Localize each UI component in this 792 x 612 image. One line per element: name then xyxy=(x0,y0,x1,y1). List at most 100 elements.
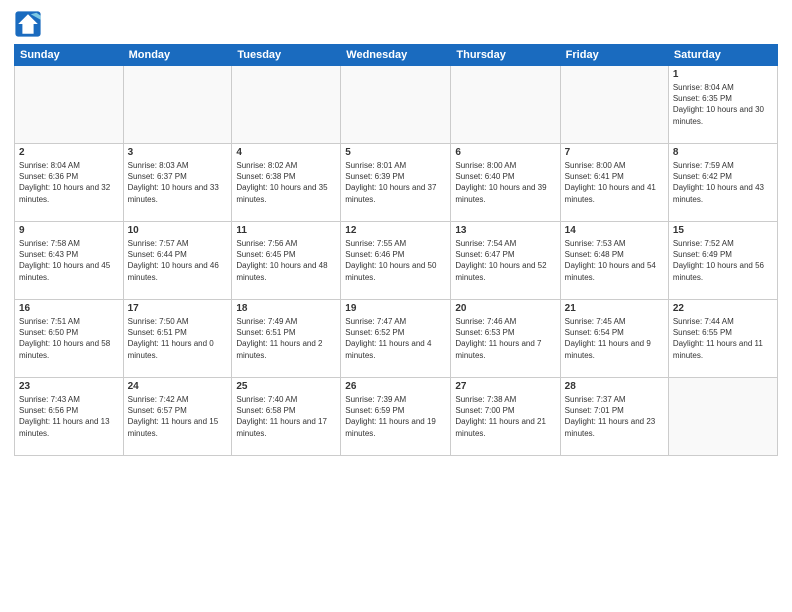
day-info: Sunrise: 7:58 AM Sunset: 6:43 PM Dayligh… xyxy=(19,238,119,283)
calendar-header-wednesday: Wednesday xyxy=(341,45,451,66)
day-info: Sunrise: 7:51 AM Sunset: 6:50 PM Dayligh… xyxy=(19,316,119,361)
calendar-cell xyxy=(668,378,777,456)
calendar-cell xyxy=(560,66,668,144)
day-info: Sunrise: 8:00 AM Sunset: 6:40 PM Dayligh… xyxy=(455,160,555,205)
calendar-cell: 3 Sunrise: 8:03 AM Sunset: 6:37 PM Daylig… xyxy=(123,144,232,222)
calendar-cell: 4 Sunrise: 8:02 AM Sunset: 6:38 PM Daylig… xyxy=(232,144,341,222)
day-number: 5 xyxy=(345,147,446,158)
day-info: Sunrise: 7:52 AM Sunset: 6:49 PM Dayligh… xyxy=(673,238,773,283)
day-number: 14 xyxy=(565,225,664,236)
calendar-week-2: 9 Sunrise: 7:58 AM Sunset: 6:43 PM Daylig… xyxy=(15,222,778,300)
day-info: Sunrise: 7:45 AM Sunset: 6:54 PM Dayligh… xyxy=(565,316,664,361)
calendar-cell: 22 Sunrise: 7:44 AM Sunset: 6:55 PM Dayli… xyxy=(668,300,777,378)
day-info: Sunrise: 7:50 AM Sunset: 6:51 PM Dayligh… xyxy=(128,316,228,361)
calendar-cell: 26 Sunrise: 7:39 AM Sunset: 6:59 PM Dayli… xyxy=(341,378,451,456)
day-info: Sunrise: 7:46 AM Sunset: 6:53 PM Dayligh… xyxy=(455,316,555,361)
calendar-cell: 10Sunrise: 7:57 AM Sunset: 6:44 PM Dayli… xyxy=(123,222,232,300)
day-info: Sunrise: 7:47 AM Sunset: 6:52 PM Dayligh… xyxy=(345,316,446,361)
page: SundayMondayTuesdayWednesdayThursdayFrid… xyxy=(0,0,792,612)
day-info: Sunrise: 7:49 AM Sunset: 6:51 PM Dayligh… xyxy=(236,316,336,361)
calendar-header-sunday: Sunday xyxy=(15,45,124,66)
day-number: 20 xyxy=(455,303,555,314)
day-number: 12 xyxy=(345,225,446,236)
day-number: 23 xyxy=(19,381,119,392)
calendar-table: SundayMondayTuesdayWednesdayThursdayFrid… xyxy=(14,44,778,456)
day-number: 11 xyxy=(236,225,336,236)
day-number: 24 xyxy=(128,381,228,392)
day-number: 8 xyxy=(673,147,773,158)
calendar-cell: 5 Sunrise: 8:01 AM Sunset: 6:39 PM Daylig… xyxy=(341,144,451,222)
calendar-cell: 27 Sunrise: 7:38 AM Sunset: 7:00 PM Dayli… xyxy=(451,378,560,456)
day-number: 26 xyxy=(345,381,446,392)
day-info: Sunrise: 8:00 AM Sunset: 6:41 PM Dayligh… xyxy=(565,160,664,205)
day-number: 17 xyxy=(128,303,228,314)
day-number: 3 xyxy=(128,147,228,158)
day-info: Sunrise: 7:59 AM Sunset: 6:42 PM Dayligh… xyxy=(673,160,773,205)
day-info: Sunrise: 7:56 AM Sunset: 6:45 PM Dayligh… xyxy=(236,238,336,283)
logo xyxy=(14,10,46,38)
calendar-header-monday: Monday xyxy=(123,45,232,66)
day-info: Sunrise: 8:03 AM Sunset: 6:37 PM Dayligh… xyxy=(128,160,228,205)
calendar-cell xyxy=(451,66,560,144)
day-number: 4 xyxy=(236,147,336,158)
calendar-cell: 14 Sunrise: 7:53 AM Sunset: 6:48 PM Dayli… xyxy=(560,222,668,300)
calendar-week-1: 2 Sunrise: 8:04 AM Sunset: 6:36 PM Daylig… xyxy=(15,144,778,222)
day-number: 22 xyxy=(673,303,773,314)
day-info: Sunrise: 7:38 AM Sunset: 7:00 PM Dayligh… xyxy=(455,394,555,439)
calendar-cell xyxy=(232,66,341,144)
day-info: Sunrise: 7:54 AM Sunset: 6:47 PM Dayligh… xyxy=(455,238,555,283)
calendar-cell: 7 Sunrise: 8:00 AM Sunset: 6:41 PM Daylig… xyxy=(560,144,668,222)
calendar-cell xyxy=(123,66,232,144)
day-info: Sunrise: 7:57 AM Sunset: 6:44 PM Dayligh… xyxy=(128,238,228,283)
header xyxy=(14,10,778,38)
day-number: 16 xyxy=(19,303,119,314)
day-info: Sunrise: 8:04 AM Sunset: 6:36 PM Dayligh… xyxy=(19,160,119,205)
day-info: Sunrise: 8:01 AM Sunset: 6:39 PM Dayligh… xyxy=(345,160,446,205)
calendar-cell: 25Sunrise: 7:40 AM Sunset: 6:58 PM Dayli… xyxy=(232,378,341,456)
calendar-cell xyxy=(341,66,451,144)
calendar-header-row: SundayMondayTuesdayWednesdayThursdayFrid… xyxy=(15,45,778,66)
calendar-week-3: 16 Sunrise: 7:51 AM Sunset: 6:50 PM Dayli… xyxy=(15,300,778,378)
day-number: 2 xyxy=(19,147,119,158)
day-info: Sunrise: 7:42 AM Sunset: 6:57 PM Dayligh… xyxy=(128,394,228,439)
calendar-cell: 11 Sunrise: 7:56 AM Sunset: 6:45 PM Dayli… xyxy=(232,222,341,300)
calendar-cell: 19 Sunrise: 7:47 AM Sunset: 6:52 PM Dayli… xyxy=(341,300,451,378)
calendar-cell: 1 Sunrise: 8:04 AM Sunset: 6:35 PM Daylig… xyxy=(668,66,777,144)
calendar-cell: 15 Sunrise: 7:52 AM Sunset: 6:49 PM Dayli… xyxy=(668,222,777,300)
calendar-cell: 24 Sunrise: 7:42 AM Sunset: 6:57 PM Dayli… xyxy=(123,378,232,456)
calendar-cell: 28 Sunrise: 7:37 AM Sunset: 7:01 PM Dayli… xyxy=(560,378,668,456)
day-number: 7 xyxy=(565,147,664,158)
day-number: 27 xyxy=(455,381,555,392)
day-info: Sunrise: 7:37 AM Sunset: 7:01 PM Dayligh… xyxy=(565,394,664,439)
day-number: 9 xyxy=(19,225,119,236)
day-info: Sunrise: 7:40 AM Sunset: 6:58 PM Dayligh… xyxy=(236,394,336,439)
day-info: Sunrise: 8:04 AM Sunset: 6:35 PM Dayligh… xyxy=(673,82,773,127)
day-info: Sunrise: 7:39 AM Sunset: 6:59 PM Dayligh… xyxy=(345,394,446,439)
day-number: 1 xyxy=(673,69,773,80)
calendar-cell: 17 Sunrise: 7:50 AM Sunset: 6:51 PM Dayli… xyxy=(123,300,232,378)
day-number: 28 xyxy=(565,381,664,392)
calendar-cell: 2 Sunrise: 8:04 AM Sunset: 6:36 PM Daylig… xyxy=(15,144,124,222)
calendar-cell: 21 Sunrise: 7:45 AM Sunset: 6:54 PM Dayli… xyxy=(560,300,668,378)
day-number: 13 xyxy=(455,225,555,236)
calendar-cell: 8 Sunrise: 7:59 AM Sunset: 6:42 PM Daylig… xyxy=(668,144,777,222)
calendar-cell: 20 Sunrise: 7:46 AM Sunset: 6:53 PM Dayli… xyxy=(451,300,560,378)
calendar-cell: 18 Sunrise: 7:49 AM Sunset: 6:51 PM Dayli… xyxy=(232,300,341,378)
calendar-header-friday: Friday xyxy=(560,45,668,66)
day-number: 21 xyxy=(565,303,664,314)
calendar-cell: 23Sunrise: 7:43 AM Sunset: 6:56 PM Dayli… xyxy=(15,378,124,456)
day-number: 19 xyxy=(345,303,446,314)
day-info: Sunrise: 7:53 AM Sunset: 6:48 PM Dayligh… xyxy=(565,238,664,283)
logo-icon xyxy=(14,10,42,38)
calendar-cell xyxy=(15,66,124,144)
calendar-cell: 9 Sunrise: 7:58 AM Sunset: 6:43 PM Daylig… xyxy=(15,222,124,300)
day-info: Sunrise: 8:02 AM Sunset: 6:38 PM Dayligh… xyxy=(236,160,336,205)
calendar-header-saturday: Saturday xyxy=(668,45,777,66)
day-number: 15 xyxy=(673,225,773,236)
calendar-cell: 16 Sunrise: 7:51 AM Sunset: 6:50 PM Dayli… xyxy=(15,300,124,378)
day-number: 18 xyxy=(236,303,336,314)
day-info: Sunrise: 7:55 AM Sunset: 6:46 PM Dayligh… xyxy=(345,238,446,283)
day-info: Sunrise: 7:44 AM Sunset: 6:55 PM Dayligh… xyxy=(673,316,773,361)
calendar-cell: 6Sunrise: 8:00 AM Sunset: 6:40 PM Daylig… xyxy=(451,144,560,222)
calendar-cell: 12 Sunrise: 7:55 AM Sunset: 6:46 PM Dayli… xyxy=(341,222,451,300)
